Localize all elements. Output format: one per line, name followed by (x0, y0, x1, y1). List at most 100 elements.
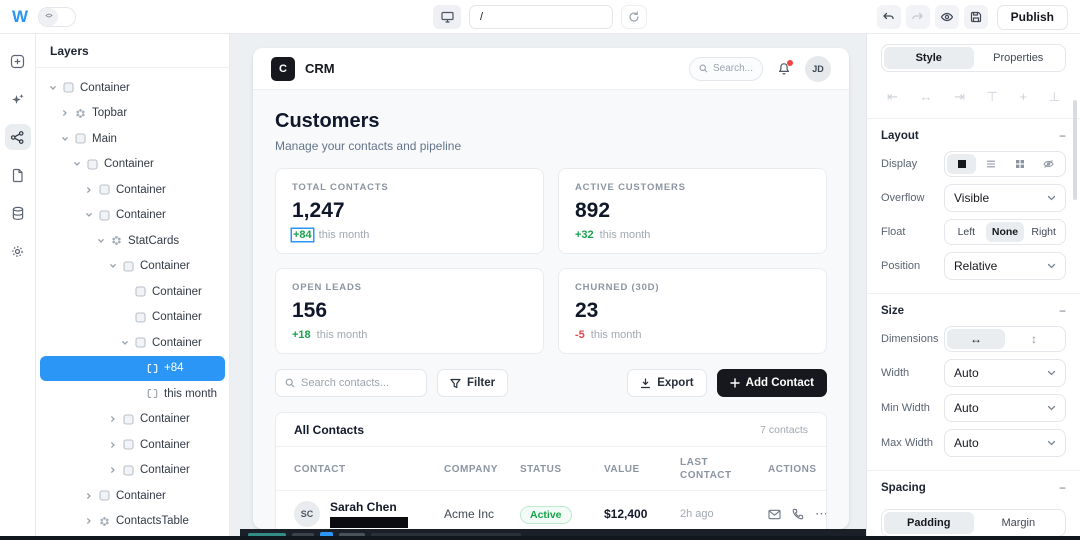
ai-tools-button[interactable] (5, 86, 31, 112)
chevron-down-icon[interactable] (72, 159, 82, 169)
width-select[interactable]: Auto (944, 359, 1066, 387)
collapse-icon[interactable]: − (1059, 482, 1066, 494)
publish-button[interactable]: Publish (997, 5, 1068, 30)
tab-style[interactable]: Style (884, 47, 974, 69)
display-option-grid[interactable] (1005, 154, 1034, 174)
align-center-x-icon[interactable]: ↔ (919, 89, 932, 105)
display-option-none[interactable] (1034, 154, 1063, 174)
layer-item-container[interactable]: Container (40, 75, 225, 101)
more-actions-button[interactable]: ⋯ (815, 510, 827, 518)
layer-item-container[interactable]: Container (40, 407, 225, 433)
chevron-down-icon[interactable] (60, 134, 70, 144)
filter-button[interactable]: Filter (437, 369, 508, 397)
layer-item-this-month[interactable]: this month (40, 381, 225, 407)
layer-item-container[interactable]: Container (40, 458, 225, 484)
chevron-down-icon[interactable] (96, 236, 106, 246)
email-action-button[interactable] (768, 509, 781, 520)
user-avatar[interactable]: JD (805, 56, 831, 82)
layer-item-container[interactable]: Container (40, 254, 225, 280)
contacts-search-input[interactable]: Search contacts... (275, 369, 427, 397)
notifications-button[interactable] (777, 62, 791, 76)
chevron-right-icon[interactable] (84, 491, 94, 501)
layer-item-container[interactable]: Container (40, 279, 225, 305)
url-input[interactable] (469, 5, 613, 29)
phone-action-button[interactable] (792, 508, 804, 520)
float-option-right[interactable]: Right (1024, 222, 1063, 242)
layer-item-container[interactable]: Container (40, 330, 225, 356)
stat-cards-grid: TOTAL CONTACTS1,247+84this monthACTIVE C… (275, 168, 827, 354)
dimension-horizontal[interactable]: ↔ (947, 329, 1005, 349)
stat-card[interactable]: TOTAL CONTACTS1,247+84this month (275, 168, 544, 254)
align-top-icon[interactable]: ⊤ (987, 89, 998, 105)
cms-button[interactable] (5, 200, 31, 226)
overflow-select[interactable]: Visible (944, 184, 1066, 212)
add-elements-button[interactable] (5, 48, 31, 74)
float-option-left[interactable]: Left (947, 222, 986, 242)
navigator-button[interactable] (5, 124, 31, 150)
code-view-toggle[interactable]: <> (38, 7, 76, 27)
chevron-right-icon[interactable] (60, 108, 70, 118)
stat-card[interactable]: CHURNED (30D)23-5this month (558, 268, 827, 354)
layer-item-container[interactable]: Container (40, 152, 225, 178)
save-button[interactable] (964, 5, 988, 29)
align-center-y-icon[interactable]: + (1019, 89, 1027, 105)
chevron-down-icon[interactable] (108, 261, 118, 271)
layer-item-main[interactable]: Main (40, 126, 225, 152)
tab-properties[interactable]: Properties (974, 47, 1064, 69)
layer-item-container[interactable]: Container (40, 305, 225, 331)
layer-item-container[interactable]: Container (40, 483, 225, 509)
layer-item-container[interactable]: Container (40, 177, 225, 203)
align-bottom-icon[interactable]: ⊥ (1049, 89, 1060, 105)
dimensions-segmented-control: ↔ ↕ (944, 326, 1066, 352)
layer-item-container[interactable]: Container (40, 432, 225, 458)
stat-delta-selected-element[interactable]: +84 (292, 229, 313, 241)
breakpoint-desktop-button[interactable] (433, 5, 461, 29)
settings-button[interactable] (5, 238, 31, 264)
tab-padding[interactable]: Padding (884, 512, 974, 534)
chevron-right-icon[interactable] (108, 414, 118, 424)
chevron-right-icon[interactable] (84, 516, 94, 526)
float-option-none[interactable]: None (986, 222, 1025, 242)
chevron-right-icon[interactable] (108, 440, 118, 450)
chevron-down-icon[interactable] (84, 210, 94, 220)
align-left-icon[interactable]: ⇤ (887, 89, 898, 105)
export-button[interactable]: Export (627, 369, 706, 397)
dimension-vertical[interactable]: ↕ (1005, 329, 1063, 349)
chevron-down-icon[interactable] (48, 83, 58, 93)
refresh-button[interactable] (621, 5, 647, 29)
undo-button[interactable] (877, 5, 901, 29)
crm-app-preview[interactable]: C CRM Search... JD Customers Manage you (253, 48, 849, 529)
add-contact-button[interactable]: Add Contact (717, 369, 827, 397)
max-width-select[interactable]: Auto (944, 429, 1066, 457)
chevron-right-icon[interactable] (108, 465, 118, 475)
refresh-icon (628, 11, 640, 23)
layer-item--84[interactable]: +84 (40, 356, 225, 382)
design-canvas[interactable]: C CRM Search... JD Customers Manage you (230, 34, 866, 540)
chevron-right-icon[interactable] (84, 185, 94, 195)
layer-item-statcards[interactable]: StatCards (40, 228, 225, 254)
layer-item-contactstable[interactable]: ContactsTable (40, 509, 225, 535)
position-select[interactable]: Relative (944, 252, 1066, 280)
stat-card[interactable]: ACTIVE CUSTOMERS892+32this month (558, 168, 827, 254)
stat-card[interactable]: OPEN LEADS156+18this month (275, 268, 544, 354)
layer-item-topbar[interactable]: Topbar (40, 101, 225, 127)
preview-button[interactable] (935, 5, 959, 29)
collapse-icon[interactable]: − (1059, 305, 1066, 317)
display-option-block[interactable] (947, 154, 976, 174)
pages-button[interactable] (5, 162, 31, 188)
value-cell: $12,400 (604, 507, 680, 521)
redo-button[interactable] (906, 5, 930, 29)
tab-margin[interactable]: Margin (974, 512, 1064, 534)
table-row[interactable]: SCSarah ChenAcme IncActive$12,4002h ago⋯ (276, 491, 826, 529)
display-option-flex[interactable] (976, 154, 1005, 174)
crm-page-body: Customers Manage your contacts and pipel… (253, 90, 849, 529)
inspector-scrollbar[interactable] (1073, 100, 1077, 200)
webflow-logo-icon[interactable]: W (10, 7, 30, 27)
crm-search-pill[interactable]: Search... (689, 57, 763, 81)
crm-search-placeholder: Search... (713, 63, 753, 74)
collapse-icon[interactable]: − (1059, 130, 1066, 142)
layer-item-container[interactable]: Container (40, 203, 225, 229)
min-width-select[interactable]: Auto (944, 394, 1066, 422)
align-right-icon[interactable]: ⇥ (954, 89, 965, 105)
chevron-down-icon[interactable] (120, 338, 130, 348)
